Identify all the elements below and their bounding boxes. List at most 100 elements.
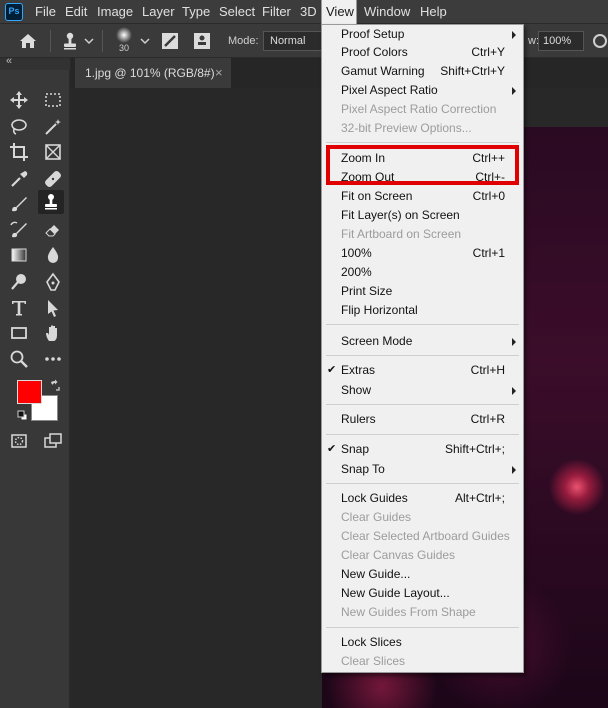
- blur-tool-icon[interactable]: [40, 243, 66, 267]
- menu-item-32bit-preview-options: 32-bit Preview Options...: [341, 121, 472, 135]
- path-selection-tool-icon[interactable]: [40, 296, 66, 320]
- rectangle-tool-icon[interactable]: [6, 321, 32, 345]
- photoshop-logo: Ps: [5, 3, 23, 21]
- menu-window[interactable]: Window: [364, 0, 410, 24]
- menu-item-snap-to[interactable]: Snap To: [322, 460, 523, 479]
- marquee-tool-icon[interactable]: [40, 88, 66, 112]
- menu-layer[interactable]: Layer: [142, 0, 175, 24]
- menu-item-new-guide-layout[interactable]: New Guide Layout...: [322, 584, 523, 603]
- zoom-tool-icon[interactable]: [6, 347, 32, 371]
- menu-image[interactable]: Image: [97, 0, 133, 24]
- gradient-tool-icon[interactable]: [6, 243, 32, 267]
- menu-item-clear-selected-artboard-guides: Clear Selected Artboard Guides: [341, 529, 510, 543]
- eyedropper-tool-icon[interactable]: [6, 167, 32, 191]
- submenu-arrow-icon: [512, 31, 516, 39]
- airbrush-icon[interactable]: [590, 29, 608, 53]
- checkmark-icon: ✔: [327, 364, 337, 376]
- menu-item-pixel-aspect-ratio[interactable]: Pixel Aspect Ratio: [322, 81, 523, 100]
- menu-item-rulers[interactable]: Rulers Ctrl+R: [322, 410, 523, 429]
- menu-item-screen-mode[interactable]: Screen Mode: [322, 332, 523, 351]
- crop-tool-icon[interactable]: [6, 140, 32, 164]
- clone-stamp-preset-icon[interactable]: [58, 29, 82, 53]
- menu-view[interactable]: View: [321, 0, 357, 25]
- menu-separator: [326, 483, 519, 484]
- close-tab-icon[interactable]: ×: [215, 58, 223, 88]
- menu-item-new-guides-from-shape: New Guides From Shape: [341, 605, 476, 619]
- eraser-tool-icon[interactable]: [40, 218, 66, 242]
- submenu-arrow-icon: [512, 87, 516, 95]
- menu-item-pixel-aspect-ratio-correction: Pixel Aspect Ratio Correction: [341, 102, 497, 116]
- menu-item-proof-setup[interactable]: Proof Setup: [322, 25, 523, 44]
- menu-separator: [326, 142, 519, 143]
- pen-tool-icon[interactable]: [40, 270, 66, 294]
- mode-select[interactable]: Normal: [263, 31, 325, 51]
- menu-type[interactable]: Type: [182, 0, 210, 24]
- menu-separator: [326, 355, 519, 356]
- move-tool-icon[interactable]: [6, 88, 32, 112]
- menu-item-100-percent[interactable]: 100% Ctrl+1: [322, 244, 523, 263]
- separator: [102, 30, 103, 52]
- submenu-arrow-icon: [512, 466, 516, 474]
- menu-item-gamut-warning[interactable]: Gamut Warning Shift+Ctrl+Y: [322, 62, 523, 81]
- brush-settings-panel-icon[interactable]: [158, 29, 182, 53]
- history-brush-tool-icon[interactable]: [6, 218, 32, 242]
- menu-item-new-guide[interactable]: New Guide...: [322, 565, 523, 584]
- chevron-down-icon[interactable]: [82, 29, 96, 53]
- more-tools-icon[interactable]: [40, 347, 66, 371]
- submenu-arrow-icon: [512, 387, 516, 395]
- submenu-arrow-icon: [512, 338, 516, 346]
- menu-file[interactable]: File: [35, 0, 56, 24]
- highlight-annotation-box: [326, 145, 519, 185]
- mode-label: Mode:: [228, 35, 259, 47]
- menu-help[interactable]: Help: [420, 0, 447, 24]
- menu-item-fit-on-screen[interactable]: Fit on Screen Ctrl+0: [322, 187, 523, 206]
- menu-item-flip-horizontal[interactable]: Flip Horizontal: [322, 301, 523, 320]
- menu-separator: [326, 404, 519, 405]
- document-tab-title: 1.jpg @ 101% (RGB/8#): [85, 66, 215, 80]
- menu-item-proof-colors[interactable]: Proof Colors Ctrl+Y: [322, 43, 523, 62]
- dodge-tool-icon[interactable]: [6, 270, 32, 294]
- menu-item-lock-guides[interactable]: Lock Guides Alt+Ctrl+;: [322, 489, 523, 508]
- menu-item-clear-guides: Clear Guides: [341, 510, 412, 524]
- hand-tool-icon[interactable]: [40, 321, 66, 345]
- lasso-tool-icon[interactable]: [6, 115, 32, 139]
- foreground-color-swatch[interactable]: [17, 380, 42, 404]
- default-colors-icon[interactable]: [17, 410, 28, 421]
- frame-tool-icon[interactable]: [40, 140, 66, 164]
- quick-mask-icon[interactable]: [6, 429, 32, 453]
- menu-item-show[interactable]: Show: [322, 381, 523, 400]
- menu-select[interactable]: Select: [219, 0, 255, 24]
- document-tab[interactable]: 1.jpg @ 101% (RGB/8#) ×: [75, 58, 231, 88]
- collapse-toolbar-icon[interactable]: «: [6, 55, 12, 67]
- chevron-down-icon[interactable]: [138, 29, 152, 53]
- view-menu-dropdown: Proof Setup Proof Colors Ctrl+Y Gamut War…: [321, 24, 524, 673]
- brush-tool-icon[interactable]: [6, 192, 32, 216]
- separator: [50, 30, 51, 52]
- menu-item-clear-canvas-guides: Clear Canvas Guides: [341, 548, 456, 562]
- menu-item-200-percent[interactable]: 200%: [322, 263, 523, 282]
- menu-item-print-size[interactable]: Print Size: [322, 282, 523, 301]
- screen-mode-icon[interactable]: [40, 429, 66, 453]
- menu-item-lock-slices[interactable]: Lock Slices: [322, 633, 523, 652]
- menu-item-snap[interactable]: ✔ Snap Shift+Ctrl+;: [322, 440, 523, 459]
- checkmark-icon: ✔: [327, 443, 337, 455]
- toolbar-header: «: [0, 55, 70, 70]
- home-icon[interactable]: [16, 29, 40, 53]
- menu-separator: [326, 324, 519, 325]
- menu-separator: [326, 434, 519, 435]
- clone-stamp-tool-icon[interactable]: [38, 190, 64, 214]
- menu-3d[interactable]: 3D: [300, 0, 317, 24]
- type-tool-icon[interactable]: [6, 296, 32, 320]
- menu-bar: Ps File Edit Image Layer Type Select Fil…: [0, 0, 608, 25]
- menu-filter[interactable]: Filter: [262, 0, 291, 24]
- menu-item-fit-artboard-on-screen: Fit Artboard on Screen: [341, 227, 462, 241]
- menu-item-extras[interactable]: ✔ Extras Ctrl+H: [322, 361, 523, 380]
- flow-select[interactable]: 100%: [538, 31, 584, 51]
- swap-colors-icon[interactable]: [49, 379, 61, 391]
- healing-brush-tool-icon[interactable]: [40, 167, 66, 191]
- menu-item-fit-layers-on-screen[interactable]: Fit Layer(s) on Screen: [322, 206, 523, 225]
- menu-edit[interactable]: Edit: [65, 0, 87, 24]
- magic-wand-tool-icon[interactable]: [40, 115, 66, 139]
- tools-panel: [0, 70, 70, 708]
- clone-source-panel-icon[interactable]: [190, 29, 214, 53]
